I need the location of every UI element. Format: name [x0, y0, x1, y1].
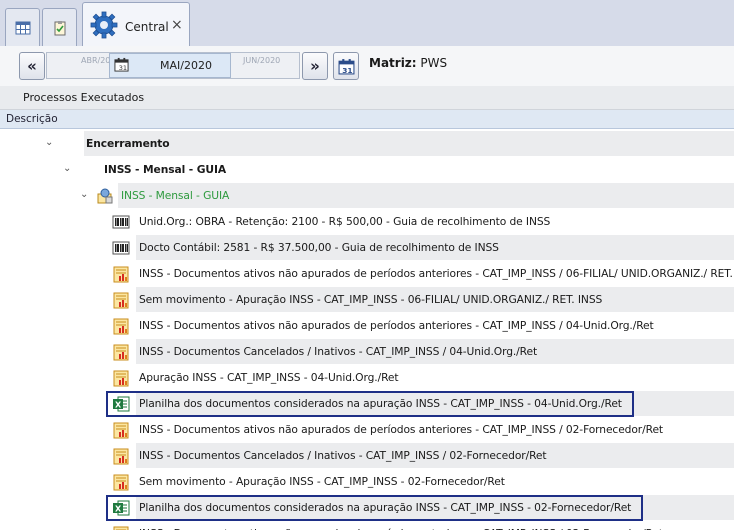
tree-row[interactable]: X Planilha dos documentos considerados na…: [0, 391, 734, 417]
grid-icon: [15, 21, 30, 34]
matriz-value: PWS: [420, 56, 448, 70]
barcode-icon: [112, 239, 130, 257]
report-icon: [112, 369, 130, 387]
tree-row-label: INSS - Documentos ativos não apurados de…: [139, 319, 654, 332]
tree-row-label: INSS - Documentos Cancelados / Inativos …: [139, 449, 547, 462]
tree-row[interactable]: INSS - Documentos ativos não apurados de…: [0, 261, 734, 287]
column-header-descricao: Descrição: [6, 113, 58, 125]
tree-row-label: Docto Contábil: 2581 - R$ 37.500,00 - Gu…: [139, 241, 499, 254]
current-month-cell[interactable]: 31 MAI/2020: [109, 53, 231, 78]
tree-row[interactable]: ⌄ Encerramento: [0, 131, 734, 157]
tree-row-label: Sem movimento - Apuração INSS - CAT_IMP_…: [139, 475, 505, 488]
tree-row[interactable]: INSS - Documentos ativos não apurados de…: [0, 521, 734, 530]
tree-row[interactable]: Sem movimento - Apuração INSS - CAT_IMP_…: [0, 287, 734, 313]
report-icon: [112, 447, 130, 465]
tab-grid[interactable]: [5, 8, 40, 46]
report-icon: [112, 525, 130, 530]
close-icon[interactable]: ×: [171, 17, 183, 33]
chevron-down-icon[interactable]: ⌄: [63, 163, 71, 174]
prev-period-button[interactable]: «: [19, 52, 45, 80]
report-icon: [112, 473, 130, 491]
period-selector[interactable]: ABR/2020 31 MAI/2020 JUN/2020: [46, 52, 300, 79]
section-header: Processos Executados: [0, 86, 734, 110]
gear-icon: [90, 11, 118, 39]
next-period-button[interactable]: »: [302, 52, 328, 80]
row-stripe: [84, 131, 734, 156]
report-icon: [112, 265, 130, 283]
svg-text:31: 31: [119, 64, 127, 72]
tree-row-label: INSS - Documentos ativos não apurados de…: [139, 423, 664, 436]
tree-row[interactable]: INSS - Documentos Cancelados / Inativos …: [0, 443, 734, 469]
tree-row-label: Apuração INSS - CAT_IMP_INSS - 04-Unid.O…: [139, 371, 399, 384]
tree-row[interactable]: ⌄ INSS - Mensal - GUIA: [0, 157, 734, 183]
tree-row-label: Encerramento: [86, 137, 170, 150]
matriz-info: Matriz: PWS: [369, 56, 447, 70]
report-icon: [112, 291, 130, 309]
tree-row[interactable]: Sem movimento - Apuração INSS - CAT_IMP_…: [0, 469, 734, 495]
tree-row[interactable]: INSS - Documentos Cancelados / Inativos …: [0, 339, 734, 365]
report-icon: [112, 421, 130, 439]
tab-central-label: Central: [125, 20, 169, 34]
clipboard-check-icon: [54, 20, 65, 35]
tree-row[interactable]: INSS - Documentos ativos não apurados de…: [0, 313, 734, 339]
tab-checklist[interactable]: [42, 8, 77, 46]
calendar-icon: 31: [338, 58, 354, 74]
tree-row-label: Unid.Org.: OBRA - Retenção: 2100 - R$ 50…: [139, 215, 551, 228]
svg-text:31: 31: [342, 65, 352, 74]
tree-row-label: Sem movimento - Apuração INSS - CAT_IMP_…: [139, 293, 603, 306]
report-icon: [112, 317, 130, 335]
barcode-icon: [112, 213, 130, 231]
tree-row[interactable]: Unid.Org.: OBRA - Retenção: 2100 - R$ 50…: [0, 209, 734, 235]
current-month-label: MAI/2020: [160, 59, 212, 72]
chevron-down-icon[interactable]: ⌄: [45, 137, 53, 148]
chevron-down-icon[interactable]: ⌄: [80, 189, 88, 200]
tree-row-label: INSS - Documentos ativos não apurados de…: [139, 267, 734, 280]
next-month-label[interactable]: JUN/2020: [243, 56, 280, 65]
column-header[interactable]: Descrição: [0, 110, 734, 129]
tree-row[interactable]: INSS - Documentos ativos não apurados de…: [0, 417, 734, 443]
highlight-box: [106, 391, 634, 417]
tree-row[interactable]: X Planilha dos documentos considerados na…: [0, 495, 734, 521]
tree-row[interactable]: Apuração INSS - CAT_IMP_INSS - 04-Unid.O…: [0, 365, 734, 391]
tree-row[interactable]: ⌄ INSS - Mensal - GUIA: [0, 183, 734, 209]
report-icon: [112, 343, 130, 361]
tab-central[interactable]: Central ×: [82, 2, 190, 47]
tree-row[interactable]: Docto Contábil: 2581 - R$ 37.500,00 - Gu…: [0, 235, 734, 261]
tree-row-label: INSS - Mensal - GUIA: [104, 163, 227, 176]
matriz-label: Matriz:: [369, 56, 417, 70]
section-title: Processos Executados: [23, 91, 145, 104]
process-tree: ⌄ Encerramento ⌄ INSS - Mensal - GUIA ⌄ INSS …: [0, 131, 734, 530]
tree-row-label: INSS - Mensal - GUIA: [121, 189, 230, 202]
tree-row-label: INSS - Documentos Cancelados / Inativos …: [139, 345, 538, 358]
highlight-box: [106, 495, 643, 521]
process-icon: [96, 187, 114, 205]
calendar-icon: 31: [114, 57, 129, 72]
calendar-button[interactable]: 31: [333, 52, 359, 80]
